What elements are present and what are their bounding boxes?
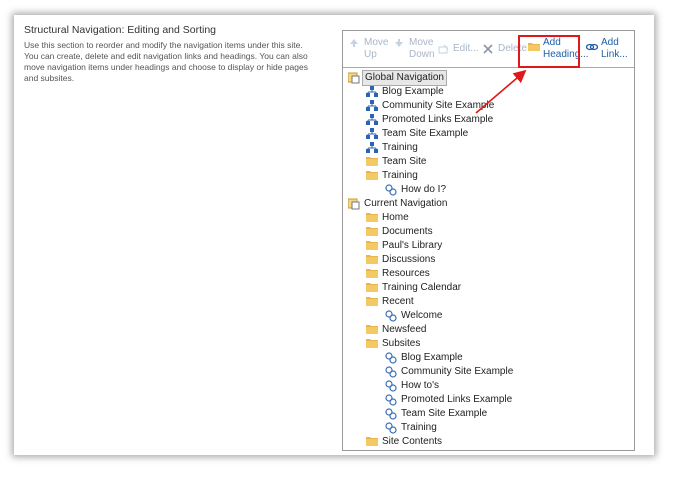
annotation-arrow	[475, 69, 527, 114]
